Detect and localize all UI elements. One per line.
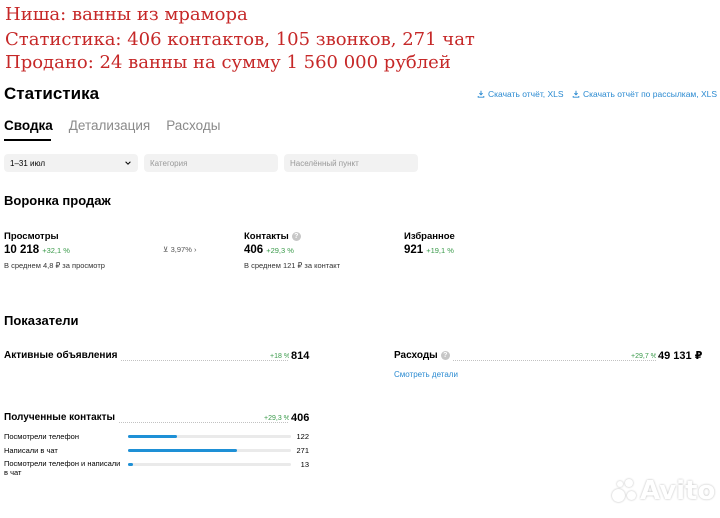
funnel-title: Воронка продаж bbox=[4, 193, 111, 208]
avito-wordmark: Avito bbox=[640, 476, 716, 506]
period-value: 1–31 июл bbox=[10, 158, 45, 168]
phone-and-chat-bar-track bbox=[128, 463, 291, 466]
expenses-value: 49 131 ₽ bbox=[656, 349, 703, 362]
phone-and-chat-label: Посмотрели телефон и написали в чат bbox=[4, 459, 121, 477]
favorites-value: 921 bbox=[404, 244, 424, 256]
tab-expenses[interactable]: Расходы bbox=[166, 118, 220, 133]
contacts-label-block: Контакты ? bbox=[244, 231, 301, 242]
conversion-badge[interactable]: ⊻ 3,97% › bbox=[163, 245, 196, 254]
avito-dots-icon bbox=[612, 479, 636, 503]
city-input[interactable]: Населённый пункт bbox=[284, 154, 418, 172]
download-icon bbox=[477, 90, 485, 98]
help-icon[interactable]: ? bbox=[440, 351, 450, 360]
chevron-down-icon bbox=[125, 161, 131, 165]
download-mailing-report-label: Скачать отчёт по рассылкам, XLS bbox=[583, 89, 718, 99]
contacts-label: Контакты bbox=[244, 231, 289, 242]
phone-views-label: Посмотрели телефон bbox=[4, 432, 79, 441]
received-contacts-label: Полученные контакты bbox=[4, 412, 119, 423]
page-title: Статистика bbox=[4, 84, 100, 103]
download-report-label: Скачать отчёт, XLS bbox=[488, 89, 564, 99]
contacts-delta: +29,3 % bbox=[266, 246, 294, 255]
favorites-label: Избранное bbox=[404, 231, 455, 242]
category-placeholder: Категория bbox=[150, 158, 188, 168]
tab-summary[interactable]: Сводка bbox=[4, 118, 53, 133]
city-placeholder: Населённый пункт bbox=[290, 158, 359, 168]
views-delta: +32,1 % bbox=[42, 246, 70, 255]
funnel-icon: ⊻ bbox=[163, 245, 169, 254]
tab-details[interactable]: Детализация bbox=[69, 118, 150, 133]
phone-views-bar bbox=[128, 435, 177, 438]
received-contacts-delta: +29,3 % bbox=[262, 415, 290, 422]
favorites-delta: +19,1 % bbox=[426, 246, 454, 255]
help-icon[interactable]: ? bbox=[291, 232, 301, 241]
received-contacts-value: 406 bbox=[289, 412, 310, 424]
tab-bar: Сводка Детализация Расходы bbox=[4, 118, 220, 133]
indicators-title: Показатели bbox=[4, 313, 79, 328]
download-mailing-report-link[interactable]: Скачать отчёт по рассылкам, XLS bbox=[572, 89, 717, 99]
conversion-value: 3,97% bbox=[170, 245, 192, 254]
active-ads-label: Активные объявления bbox=[4, 350, 121, 361]
expenses-label: Расходы bbox=[394, 350, 438, 361]
views-label: Просмотры bbox=[4, 231, 59, 242]
download-report-link[interactable]: Скачать отчёт, XLS bbox=[477, 89, 564, 99]
favorites-value-block: 921 +19,1 % bbox=[404, 244, 454, 256]
expenses-details-link[interactable]: Смотреть детали bbox=[394, 370, 458, 379]
overlay-sold-text: Продано: 24 ванны на сумму 1 560 000 руб… bbox=[5, 52, 451, 73]
phone-views-bar-track bbox=[128, 435, 291, 438]
contacts-sub: В среднем 121 ₽ за контакт bbox=[244, 261, 341, 270]
category-input[interactable]: Категория bbox=[144, 154, 278, 172]
active-ads-value: 814 bbox=[289, 350, 310, 362]
chat-value: 271 bbox=[296, 446, 309, 455]
views-sub: В среднем 4,8 ₽ за просмотр bbox=[4, 261, 105, 270]
avito-logo: Avito bbox=[612, 476, 715, 506]
chat-bar bbox=[128, 449, 238, 452]
chat-bar-track bbox=[128, 449, 291, 452]
phone-and-chat-value: 13 bbox=[300, 460, 309, 469]
overlay-niche-text: Ниша: ванны из мрамора bbox=[5, 4, 248, 25]
contacts-value-block: 406 +29,3 % bbox=[244, 244, 294, 256]
period-select[interactable]: 1–31 июл bbox=[4, 154, 138, 172]
chevron-right-icon: › bbox=[193, 245, 197, 254]
active-tab-underline bbox=[4, 139, 51, 141]
overlay-stats-text: Статистика: 406 контактов, 105 звонков, … bbox=[5, 29, 475, 50]
active-ads-delta: +18 % bbox=[268, 353, 291, 360]
expenses-delta: +29,7 % bbox=[629, 353, 657, 360]
download-icon bbox=[572, 90, 580, 98]
views-value: 10 218 bbox=[4, 244, 40, 256]
contacts-value: 406 bbox=[244, 244, 264, 256]
views-value-block: 10 218 +32,1 % bbox=[4, 244, 70, 256]
phone-and-chat-bar bbox=[128, 463, 133, 466]
phone-views-value: 122 bbox=[296, 432, 309, 441]
expenses-label-block: Расходы ? bbox=[394, 350, 453, 361]
chat-label: Написали в чат bbox=[4, 446, 58, 455]
